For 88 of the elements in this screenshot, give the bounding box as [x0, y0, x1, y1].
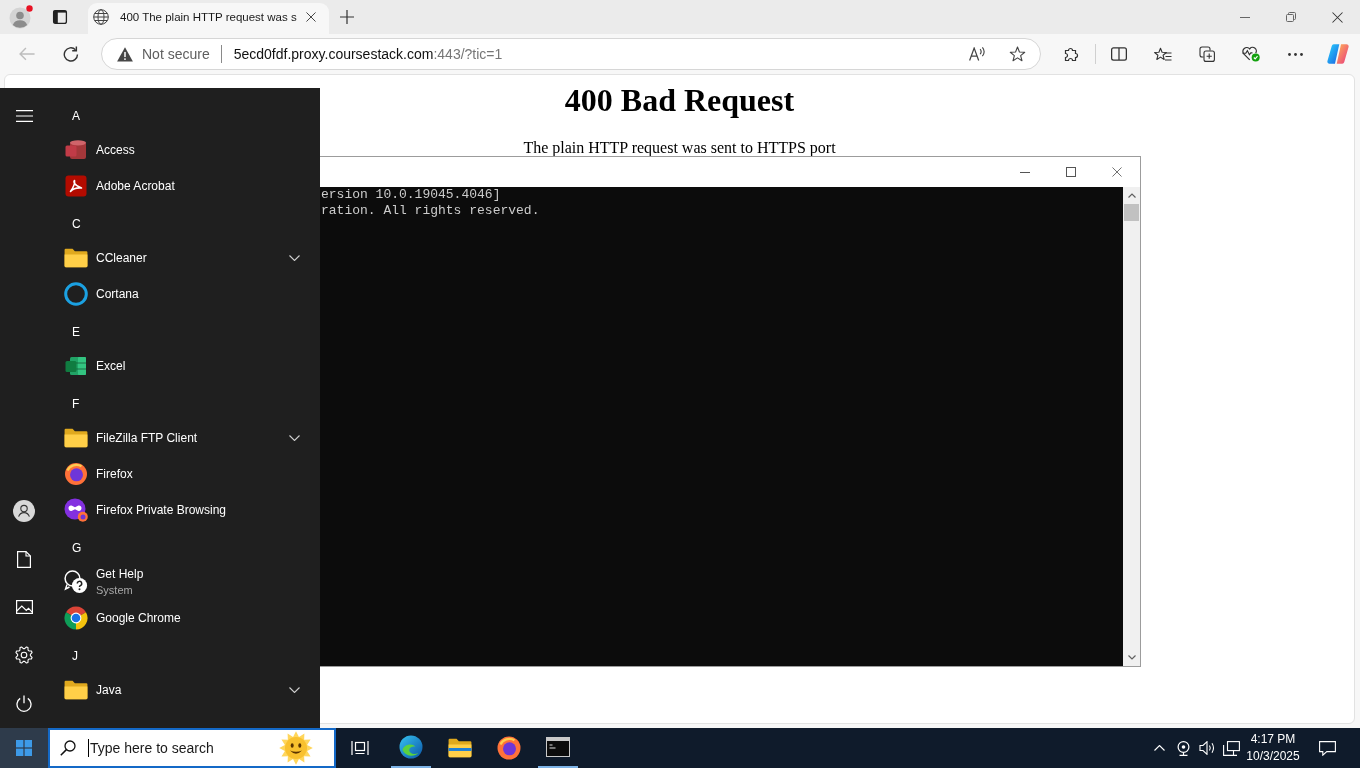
- close-icon[interactable]: [305, 12, 316, 22]
- minimize-icon[interactable]: [1240, 16, 1250, 18]
- smiley-sun-icon: [278, 731, 314, 765]
- app-list-item[interactable]: Excel: [48, 348, 320, 384]
- scroll-up-icon[interactable]: [1127, 193, 1136, 198]
- app-list-item[interactable]: Firefox Private Browsing: [48, 492, 320, 528]
- heart-pulse-icon[interactable]: [1242, 46, 1260, 62]
- firefox-icon[interactable]: [496, 736, 521, 760]
- webcam-icon[interactable]: [1176, 740, 1190, 756]
- edge-icon[interactable]: [398, 735, 423, 759]
- folder-icon: [64, 428, 88, 448]
- letter-header[interactable]: C: [72, 214, 81, 234]
- chrome-icon: [64, 606, 88, 630]
- chevron-up-icon[interactable]: [1153, 745, 1165, 751]
- console-line: ersion 10.0.19045.4046]: [321, 187, 501, 203]
- favorites-icon[interactable]: [1154, 46, 1172, 62]
- menu-icon[interactable]: [15, 110, 33, 122]
- spreadsheet-icon: [64, 354, 88, 378]
- letter-header[interactable]: F: [72, 394, 80, 414]
- profile-avatar-icon[interactable]: [9, 5, 33, 29]
- clock[interactable]: 4:17 PM 10/3/2025: [1243, 731, 1303, 765]
- letter-header[interactable]: A: [72, 106, 80, 126]
- app-list-item[interactable]: Adobe Acrobat: [48, 168, 320, 204]
- read-aloud-icon[interactable]: [969, 47, 986, 61]
- start-button[interactable]: [0, 728, 48, 768]
- minimize-icon[interactable]: [1020, 171, 1030, 173]
- collections-icon[interactable]: [1199, 46, 1215, 62]
- windows-logo-icon: [16, 740, 32, 756]
- help-bubble-icon: [64, 570, 88, 594]
- letter-header[interactable]: G: [72, 538, 82, 558]
- terminal-icon[interactable]: [545, 737, 570, 757]
- folder-icon: [64, 248, 88, 268]
- speaker-icon[interactable]: [1198, 741, 1216, 755]
- page-message: The plain HTTP request was sent to HTTPS port: [523, 140, 836, 155]
- chevron-down-icon[interactable]: [289, 255, 300, 261]
- app-list-item[interactable]: CCleaner: [48, 240, 320, 276]
- app-list-item[interactable]: Java: [48, 672, 320, 708]
- refresh-icon[interactable]: [63, 46, 79, 62]
- split-screen-icon[interactable]: [1111, 47, 1127, 61]
- picture-icon[interactable]: [15, 600, 33, 614]
- scroll-down-icon[interactable]: [1127, 655, 1136, 660]
- settings-icon[interactable]: [15, 646, 33, 664]
- user-icon[interactable]: [13, 500, 35, 522]
- app-list-item[interactable]: Access: [48, 132, 320, 168]
- notification-icon[interactable]: [1318, 740, 1336, 756]
- more-icon[interactable]: [1287, 52, 1303, 56]
- url-text: 5ecd0fdf.proxy.coursestack.com:443/?tic=1: [233, 46, 503, 62]
- search-input[interactable]: Type here to search: [90, 740, 278, 756]
- app-list-item[interactable]: Firefox: [48, 456, 320, 492]
- globe-icon: [93, 9, 109, 25]
- page-heading: 400 Bad Request: [564, 82, 795, 119]
- acrobat-icon: [64, 174, 88, 198]
- ring-icon: [64, 282, 88, 306]
- copilot-icon[interactable]: [1327, 44, 1349, 64]
- app-list-item[interactable]: FileZilla FTP Client: [48, 420, 320, 456]
- maximize-icon[interactable]: [1066, 167, 1076, 177]
- browser-tab[interactable]: 400 The plain HTTP request was s: [88, 3, 329, 34]
- letter-header[interactable]: J: [72, 646, 78, 666]
- chevron-down-icon[interactable]: [289, 435, 300, 441]
- letter-header[interactable]: E: [72, 322, 80, 342]
- chevron-down-icon[interactable]: [289, 687, 300, 693]
- search-box[interactable]: Type here to search: [48, 728, 336, 768]
- close-icon[interactable]: [1112, 167, 1122, 177]
- power-icon[interactable]: [16, 694, 32, 712]
- scrollbar-thumb[interactable]: [1124, 204, 1139, 221]
- app-list-item[interactable]: Cortana: [48, 276, 320, 312]
- window-icon[interactable]: [52, 9, 68, 25]
- folder-icon: [64, 680, 88, 700]
- star-icon[interactable]: [1009, 46, 1026, 62]
- close-icon[interactable]: [1331, 11, 1343, 23]
- plus-icon[interactable]: [339, 10, 354, 24]
- network-icon[interactable]: [1222, 740, 1240, 756]
- folder-icon[interactable]: [447, 738, 472, 758]
- puzzle-icon[interactable]: [1063, 46, 1079, 62]
- app-list-item[interactable]: Google Chrome: [48, 600, 320, 636]
- app-list-item[interactable]: Get Help System: [48, 564, 320, 600]
- security-indicator[interactable]: Not secure: [117, 46, 210, 62]
- firefox-icon: [64, 462, 88, 486]
- search-icon: [60, 740, 76, 756]
- document-icon[interactable]: [17, 550, 31, 568]
- address-bar[interactable]: Not secure 5ecd0fdf.proxy.coursestack.com:443/?tic=1: [101, 38, 1041, 70]
- text-cursor-icon: [88, 739, 89, 757]
- restore-icon[interactable]: [1286, 12, 1296, 22]
- console-line: ration. All rights reserved.: [321, 203, 540, 219]
- access-icon: [64, 138, 88, 162]
- mask-icon: [64, 498, 88, 522]
- warning-icon: [117, 46, 133, 62]
- task-view-icon[interactable]: [351, 740, 369, 756]
